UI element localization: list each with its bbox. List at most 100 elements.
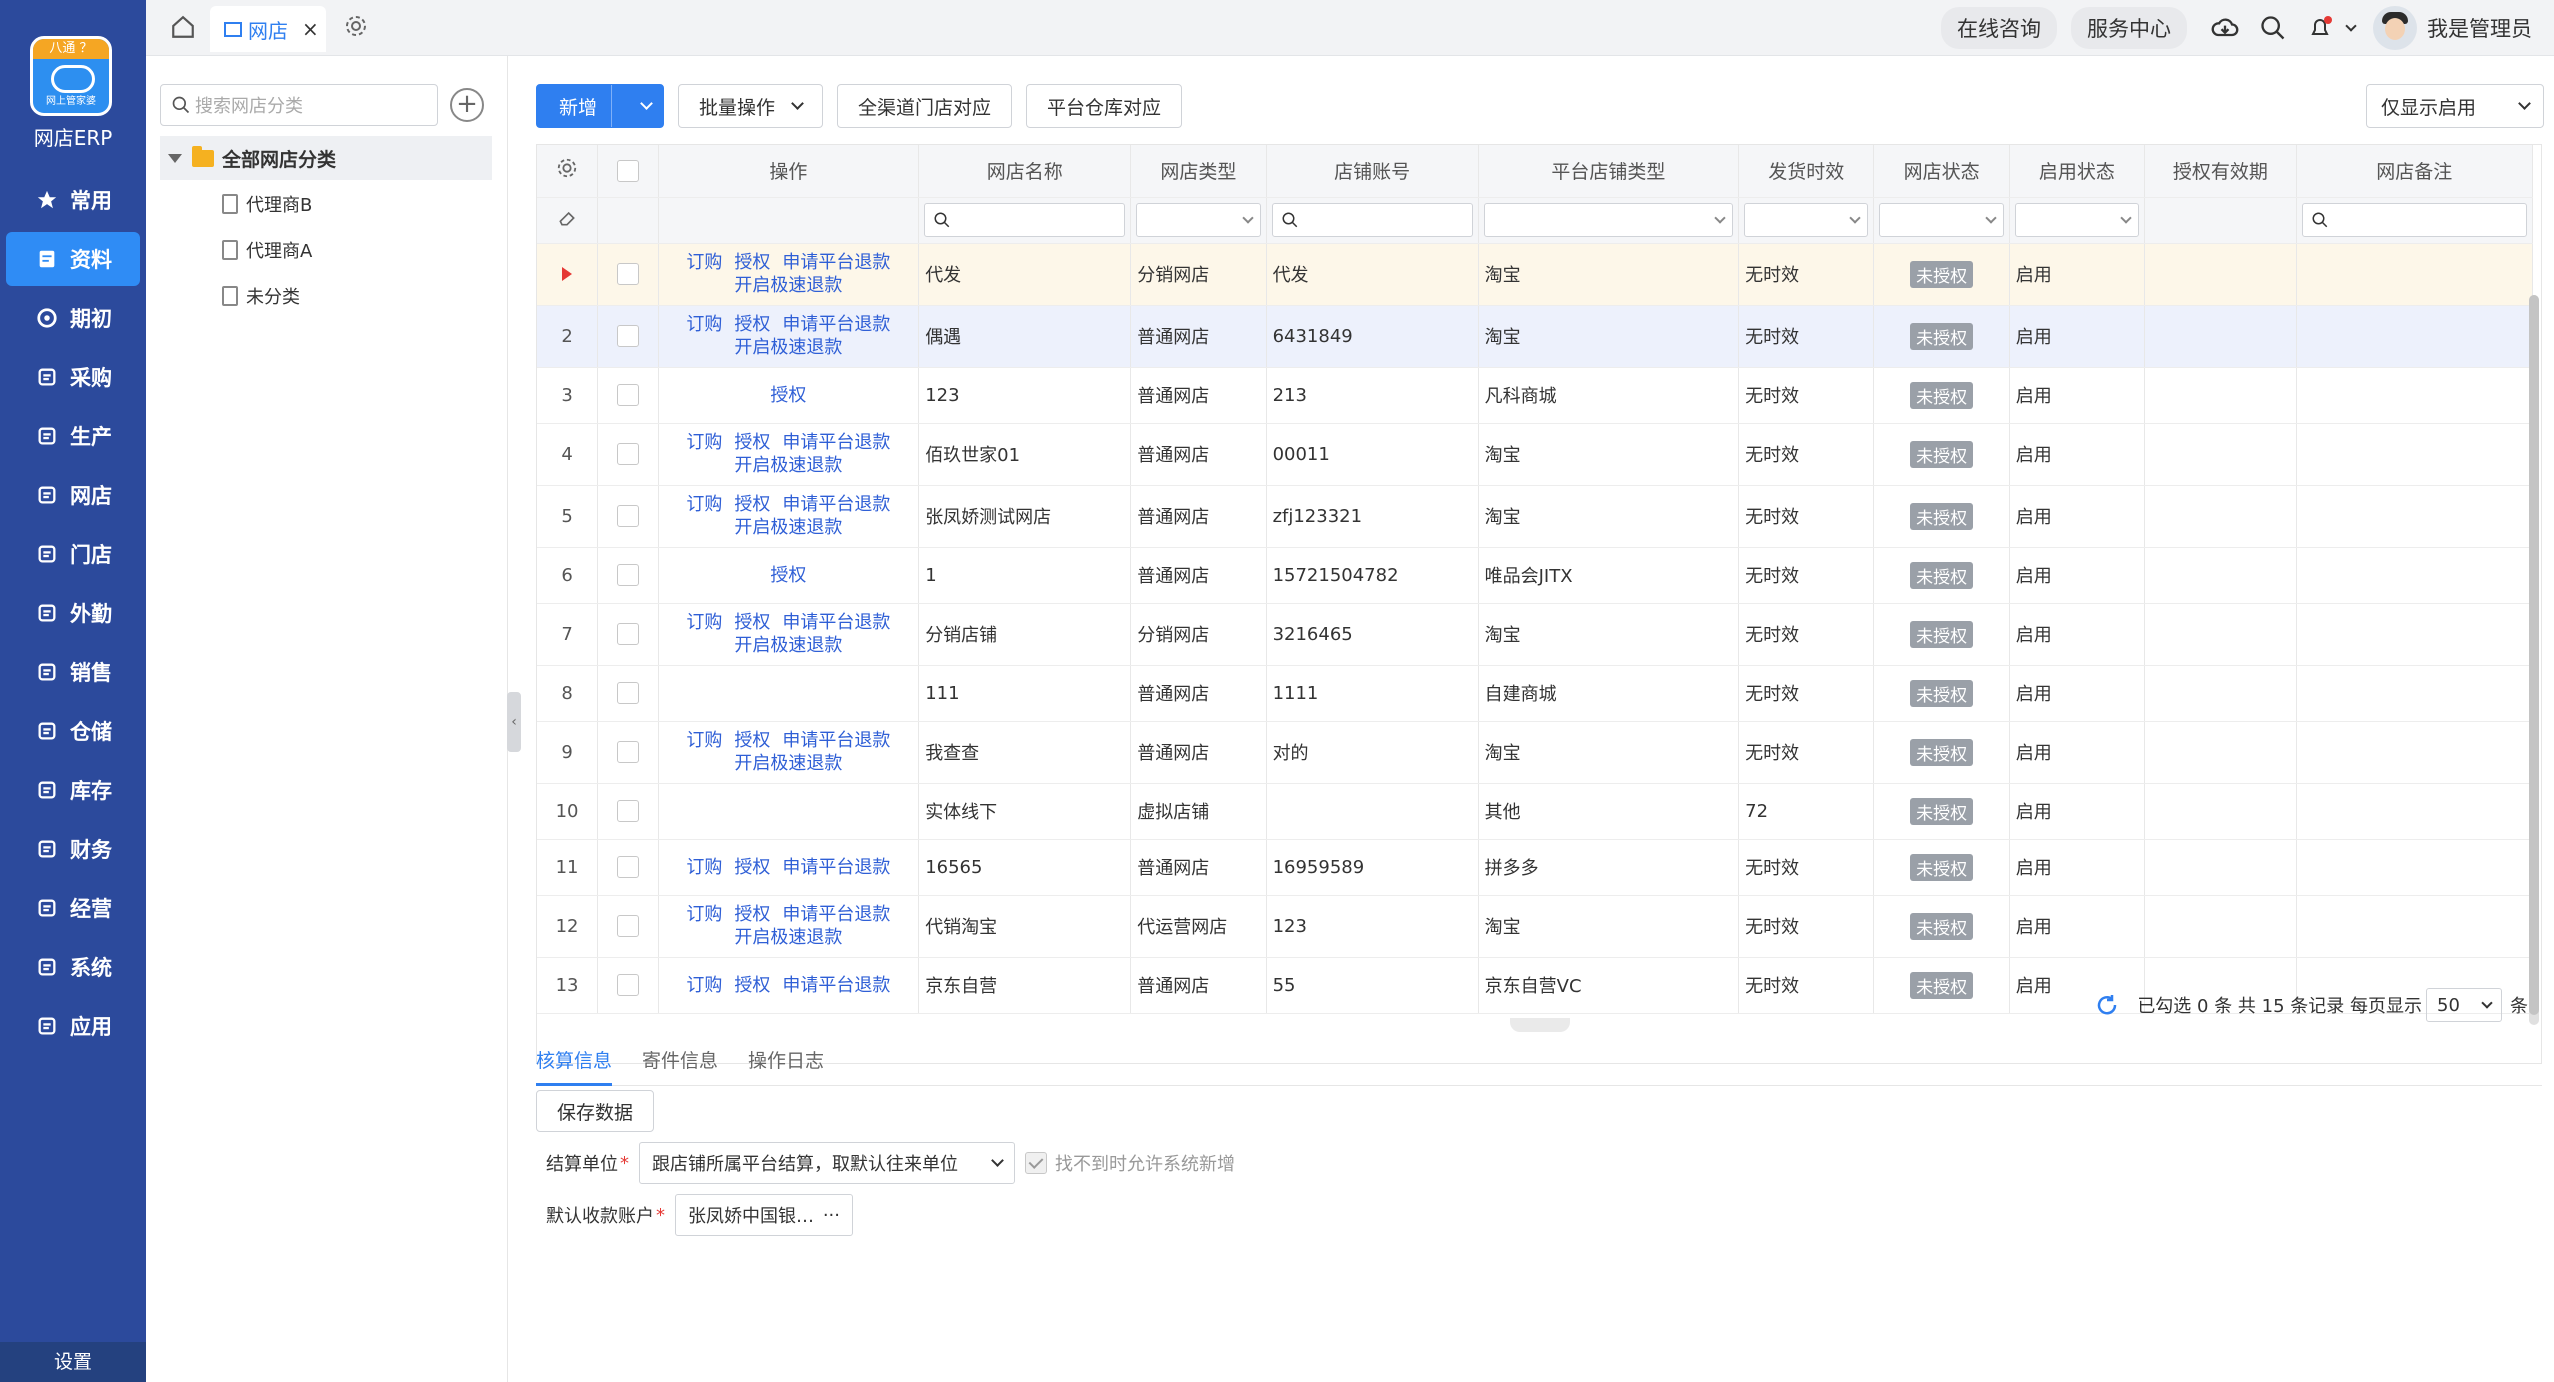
expand-icon[interactable] [168, 153, 182, 163]
row-action-link[interactable]: 申请平台退款 [782, 857, 890, 878]
avatar[interactable] [2373, 6, 2417, 50]
row-action-link[interactable]: 开启极速退款 [734, 337, 842, 358]
enabled-filter-select[interactable]: 仅显示启用 [2366, 84, 2544, 128]
tree-node-agent-a[interactable]: 代理商A [222, 228, 312, 272]
clear-filter-cell[interactable] [537, 197, 599, 244]
row-action-link[interactable]: 授权 [734, 904, 770, 925]
batch-operation-button[interactable]: 批量操作 [678, 84, 824, 128]
close-tab-icon[interactable]: × [302, 17, 319, 41]
table-row[interactable]: 12 订购 授权 申请平台退款 开启极速退款 代销淘宝 代运营网店 123 淘宝 无时效 未授权 启用 [537, 895, 2534, 958]
new-dropdown-toggle[interactable] [611, 85, 663, 127]
row-action-link[interactable]: 授权 [770, 385, 806, 406]
row-action-link[interactable]: 订购 [686, 612, 722, 633]
tab-accounting-info[interactable]: 核算信息 [536, 1036, 613, 1086]
row-checkbox[interactable] [616, 564, 639, 586]
notification-dropdown-icon[interactable] [2345, 19, 2357, 32]
row-action-link[interactable]: 订购 [686, 494, 722, 515]
column-header[interactable]: 平台店铺类型 [1478, 145, 1740, 198]
online-consult-button[interactable]: 在线咨询 [1941, 7, 2057, 49]
sidebar-item-1[interactable]: 资料 [6, 232, 140, 286]
collapse-panel-handle[interactable]: ‹ [507, 692, 521, 752]
row-action-link[interactable]: 订购 [686, 730, 722, 751]
column-header[interactable]: 启用状态 [2009, 145, 2146, 198]
row-checkbox[interactable] [616, 263, 639, 285]
table-row[interactable]: 4 订购 授权 申请平台退款 开启极速退款 佰玖世家01 普通网店 00011 淘宝 无时效 未授权… [537, 423, 2534, 486]
row-action-link[interactable]: 开启极速退款 [734, 927, 842, 948]
sidebar-item-11[interactable]: 财务 [6, 822, 140, 876]
platform-warehouse-button[interactable]: 平台仓库对应 [1026, 84, 1183, 128]
home-icon[interactable] [170, 14, 196, 40]
tab-operation-log[interactable]: 操作日志 [748, 1036, 824, 1086]
save-data-button[interactable]: 保存数据 [536, 1090, 655, 1132]
name-filter-input[interactable] [924, 203, 1126, 237]
table-row[interactable]: 8 111 普通网店 1111 自建商城 无时效 未授权 启用 [537, 665, 2534, 722]
row-action-link[interactable]: 开启极速退款 [734, 275, 842, 296]
column-settings-header[interactable] [537, 145, 599, 198]
sidebar-item-3[interactable]: 采购 [6, 350, 140, 404]
new-button[interactable]: 新增 [536, 84, 665, 128]
row-action-link[interactable]: 申请平台退款 [782, 730, 890, 751]
sidebar-item-8[interactable]: 销售 [6, 645, 140, 699]
service-center-button[interactable]: 服务中心 [2071, 7, 2187, 49]
tree-node-agent-b[interactable]: 代理商B [222, 182, 312, 226]
row-action-link[interactable]: 授权 [734, 857, 770, 878]
sidebar-item-5[interactable]: 网店 [6, 468, 140, 522]
tab-shop[interactable]: 网店 × [210, 6, 326, 52]
page-size-select[interactable]: 50 [2426, 988, 2502, 1022]
row-checkbox[interactable] [616, 915, 639, 937]
row-action-link[interactable]: 申请平台退款 [782, 904, 890, 925]
category-search-input[interactable]: 搜索网店分类 [160, 84, 438, 126]
tree-root-node[interactable]: 全部网店分类 [160, 136, 492, 180]
status-filter-select[interactable] [1879, 203, 2004, 237]
row-checkbox[interactable] [616, 623, 639, 645]
row-action-link[interactable]: 授权 [734, 730, 770, 751]
row-action-link[interactable]: 订购 [686, 314, 722, 335]
default-account-select[interactable]: 张凤娇中国银… ··· [675, 1194, 853, 1236]
sidebar-item-10[interactable]: 库存 [6, 763, 140, 817]
row-action-link[interactable]: 申请平台退款 [782, 612, 890, 633]
row-checkbox[interactable] [616, 384, 639, 406]
expand-detail-toggle[interactable] [1510, 1018, 1570, 1032]
all-channel-store-button[interactable]: 全渠道门店对应 [837, 84, 1013, 128]
column-header[interactable]: 网店状态 [1873, 145, 2010, 198]
account-filter-input[interactable] [1271, 203, 1473, 237]
column-header[interactable]: 发货时效 [1738, 145, 1875, 198]
settings-button[interactable]: 设置 [0, 1342, 146, 1382]
select-all-header[interactable] [597, 145, 659, 198]
remark-filter-input[interactable] [2301, 203, 2527, 237]
vertical-scrollbar[interactable] [2529, 295, 2539, 1025]
row-checkbox[interactable] [616, 682, 639, 704]
gear-icon[interactable] [556, 157, 578, 179]
row-checkbox[interactable] [616, 325, 639, 347]
refresh-icon[interactable] [2095, 993, 2119, 1017]
sidebar-item-14[interactable]: 应用 [6, 999, 140, 1053]
ship-filter-select[interactable] [1744, 203, 1869, 237]
row-action-link[interactable]: 授权 [770, 565, 806, 586]
column-header[interactable]: 店铺账号 [1266, 145, 1479, 198]
column-header[interactable]: 网店名称 [918, 145, 1132, 198]
row-action-link[interactable]: 申请平台退款 [782, 432, 890, 453]
row-action-link[interactable]: 申请平台退款 [782, 494, 890, 515]
sidebar-item-0[interactable]: 常用 [6, 173, 140, 227]
table-row[interactable]: 11 订购 授权 申请平台退款 16565 普通网店 16959589 拼多多 无时效 未授权 启用 [537, 839, 2534, 896]
scrollbar-thumb[interactable] [2529, 295, 2539, 1015]
column-header[interactable]: 网店备注 [2296, 145, 2534, 198]
add-category-button[interactable]: + [450, 88, 484, 122]
row-action-link[interactable]: 订购 [686, 857, 722, 878]
row-checkbox[interactable] [616, 856, 639, 878]
settlement-unit-select[interactable]: 跟店铺所属平台结算，取默认往来单位 [639, 1142, 1015, 1184]
column-header[interactable]: 授权有效期 [2144, 145, 2297, 198]
tree-node-uncategorized[interactable]: 未分类 [222, 274, 300, 318]
table-row[interactable]: 7 订购 授权 申请平台退款 开启极速退款 分销店铺 分销网店 3216465 淘宝 无时效 未授权… [537, 603, 2534, 666]
row-checkbox[interactable] [616, 443, 639, 465]
sidebar-item-6[interactable]: 门店 [6, 527, 140, 581]
user-name[interactable]: 我是管理员 [2427, 13, 2532, 43]
row-action-link[interactable]: 授权 [734, 252, 770, 273]
select-all-checkbox[interactable] [616, 159, 639, 182]
row-action-link[interactable]: 订购 [686, 252, 722, 273]
table-row[interactable]: 9 订购 授权 申请平台退款 开启极速退款 我查查 普通网店 对的 淘宝 无时效 未授权 启用 [537, 721, 2534, 784]
row-action-link[interactable]: 订购 [686, 432, 722, 453]
table-row[interactable]: 5 订购 授权 申请平台退款 开启极速退款 张凤娇测试网店 普通网店 zfj123321 淘宝无… [537, 485, 2534, 548]
more-icon[interactable]: ··· [823, 1205, 840, 1226]
allow-new-checkbox[interactable] [1025, 1152, 1047, 1174]
